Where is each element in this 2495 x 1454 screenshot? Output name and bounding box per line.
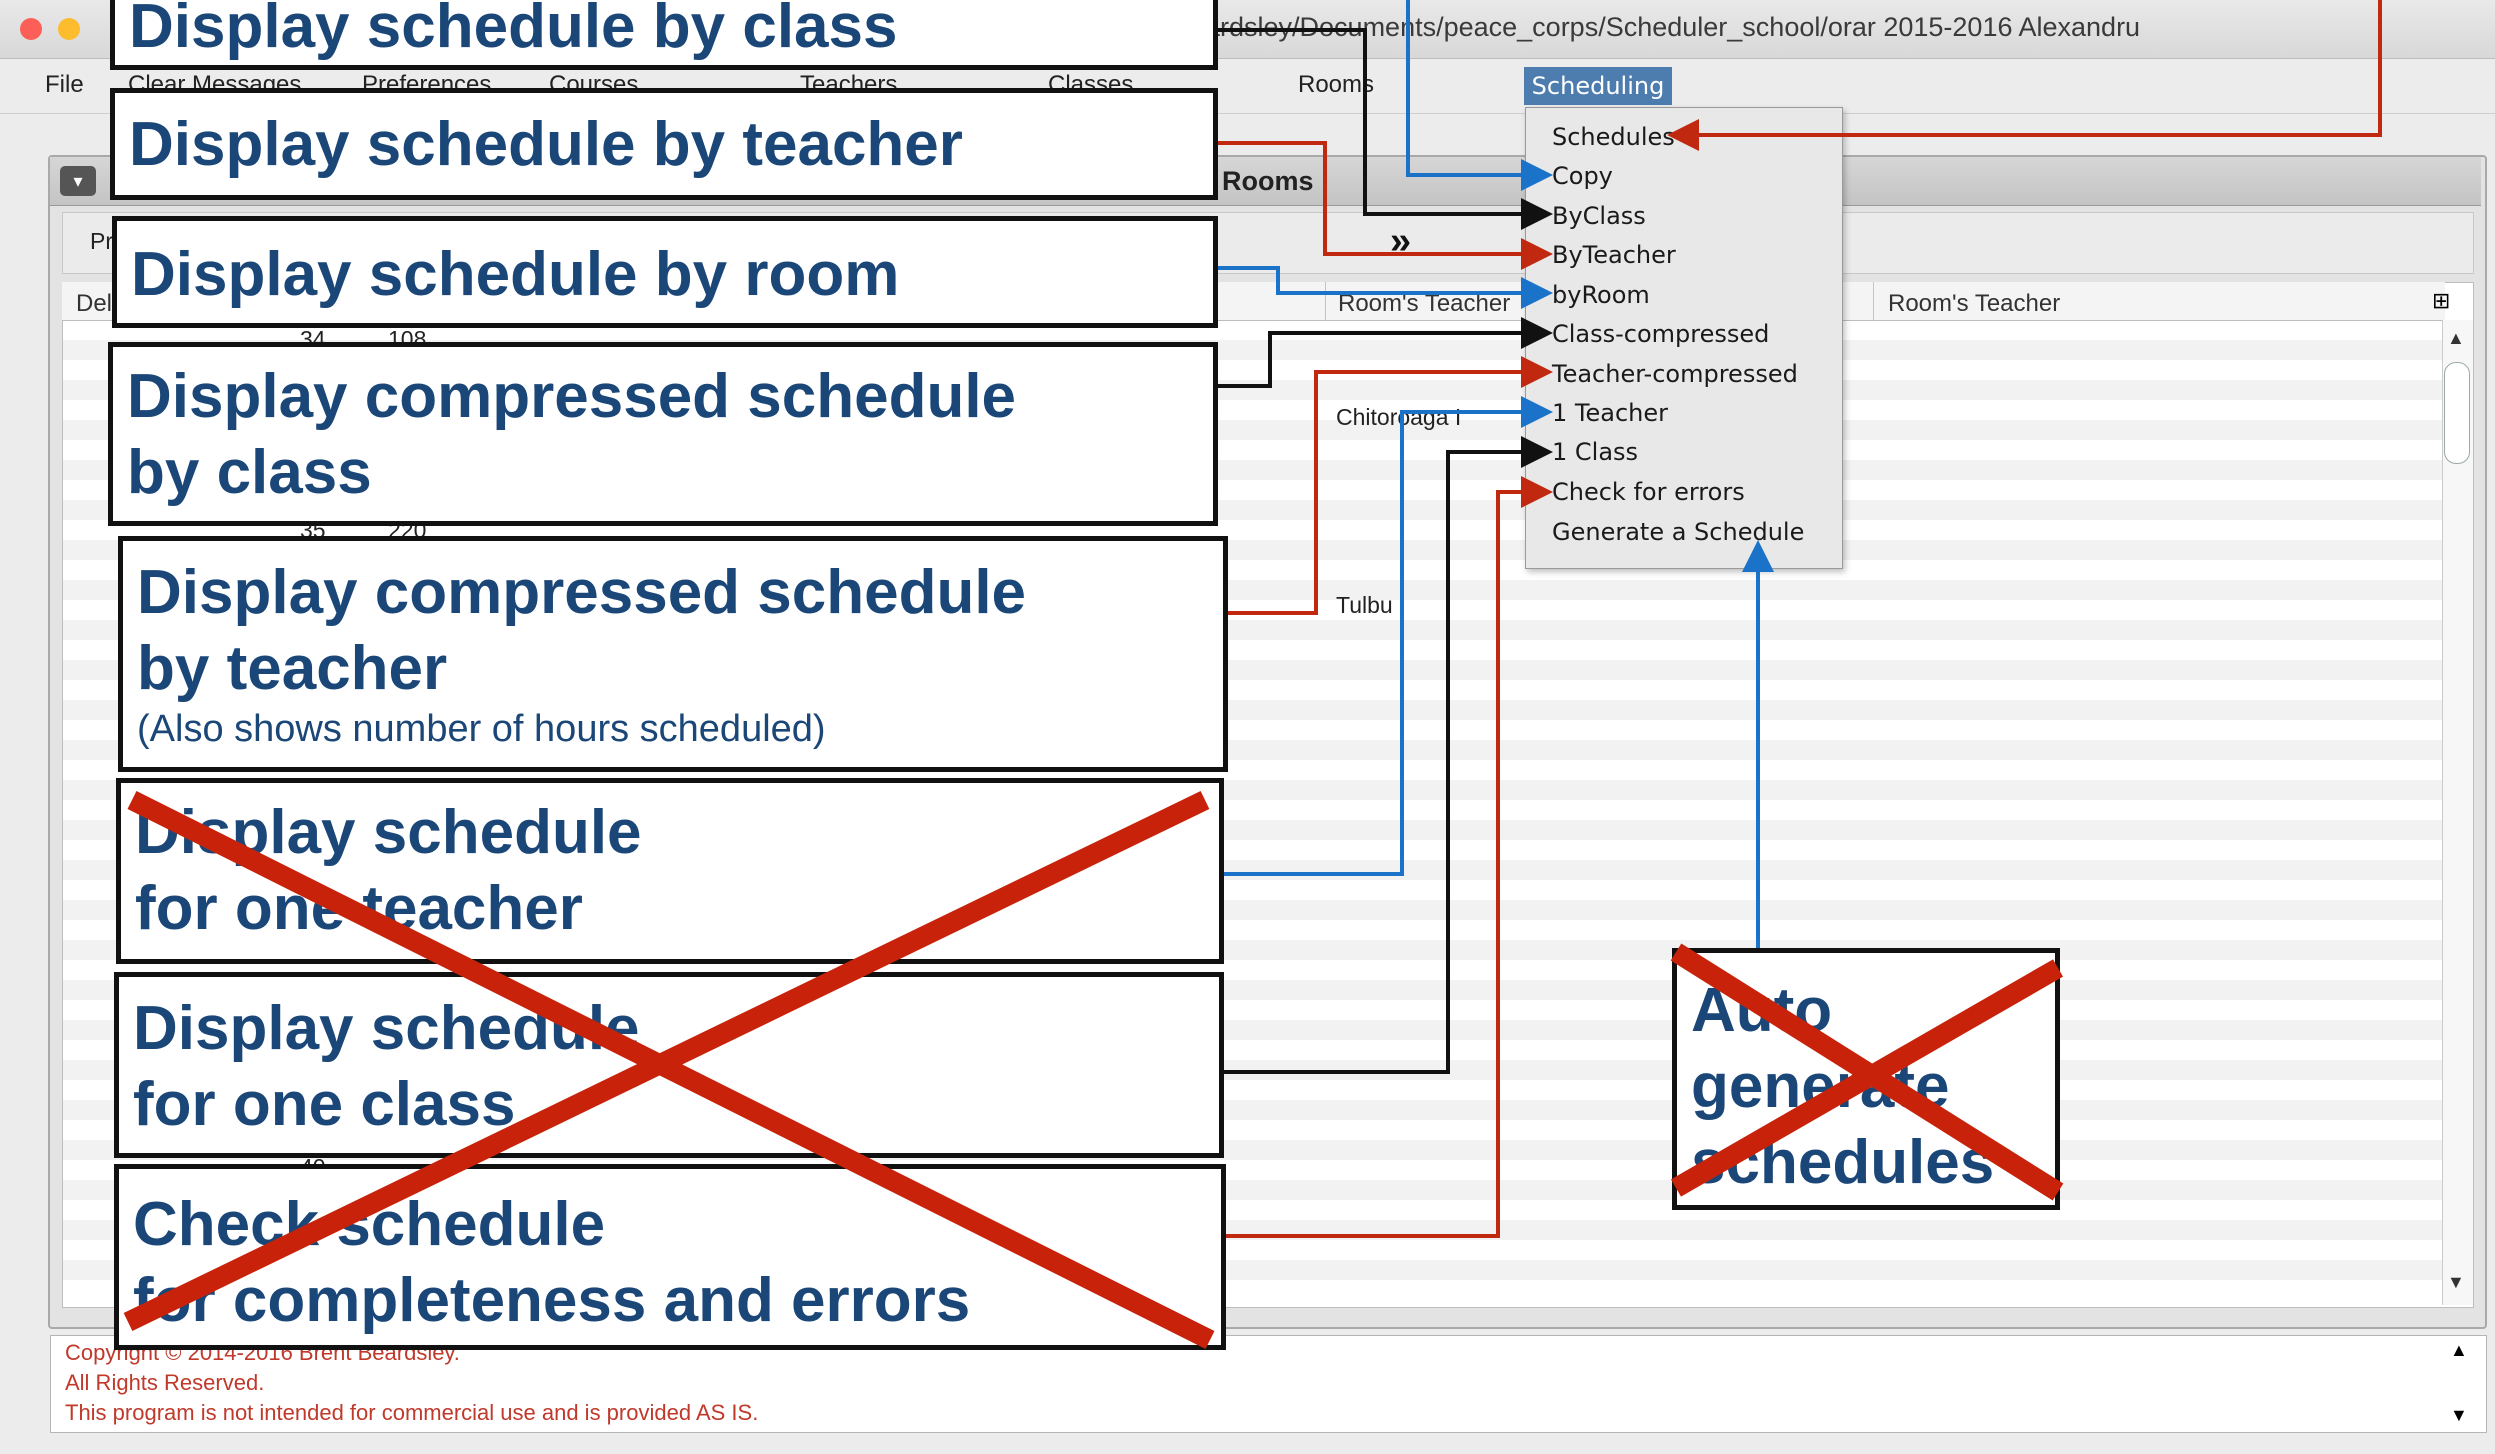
arrow-by-class <box>1218 28 1553 230</box>
arrow-class-compressed <box>1218 317 1553 388</box>
arrow-by-room <box>1218 266 1553 309</box>
arrow-schedules <box>1667 0 2382 151</box>
arrow-copy <box>1406 0 1553 191</box>
arrow-by-teacher <box>1218 141 1553 270</box>
annotation-overlay <box>123 0 2382 1349</box>
arrow-check-errors <box>1226 476 1553 1238</box>
